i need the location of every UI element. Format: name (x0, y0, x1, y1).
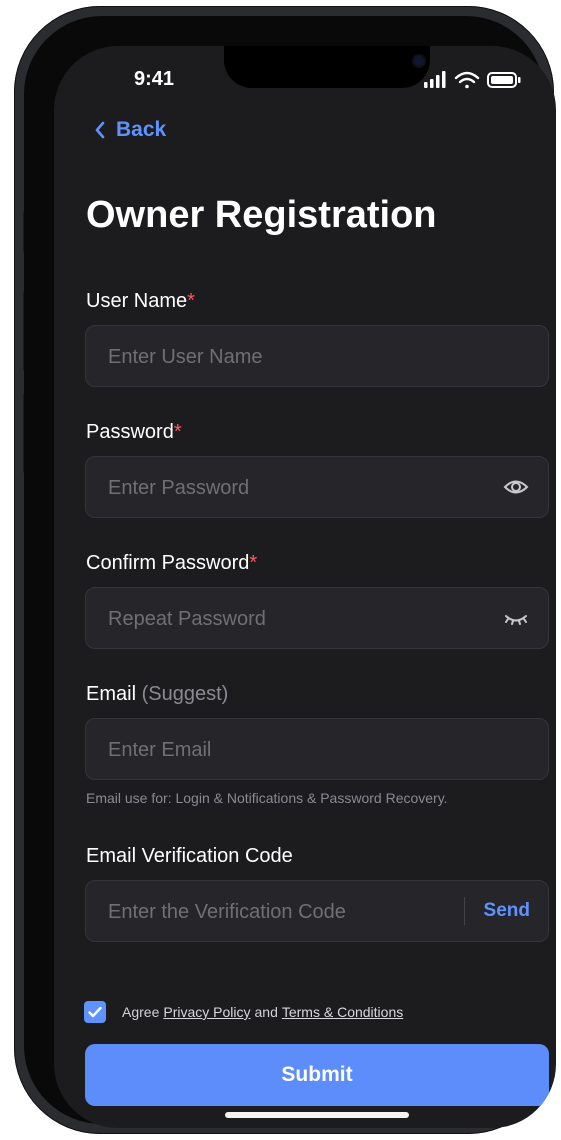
agreement-row: Agree Privacy Policy and Terms & Conditi… (84, 1001, 407, 1023)
username-label-text: User Name (86, 290, 188, 312)
terms-conditions-link[interactable]: Terms & Conditions (282, 1004, 403, 1020)
email-helper-text: Email use for: Login & Notifications & P… (86, 790, 448, 806)
required-marker: * (187, 290, 195, 312)
submit-button[interactable]: Submit (85, 1044, 549, 1106)
app-screen: 9:41 Back Owner Registration User Name* … (54, 46, 556, 1128)
agree-checkbox[interactable] (84, 1001, 106, 1023)
home-indicator (225, 1112, 409, 1118)
password-input[interactable] (106, 457, 470, 519)
notch (224, 46, 430, 88)
verification-input[interactable] (106, 881, 470, 943)
phone-frame: 9:41 Back Owner Registration User Name* … (14, 6, 556, 1134)
phone-bezel: 9:41 Back Owner Registration User Name* … (24, 16, 556, 1128)
verification-label: Email Verification Code (86, 845, 293, 867)
confirm-password-label: Confirm Password* (86, 552, 257, 575)
password-label-text: Password (86, 421, 174, 443)
back-label: Back (116, 118, 167, 141)
email-field[interactable] (85, 718, 549, 781)
username-label: User Name* (86, 290, 195, 313)
password-label: Password* (86, 421, 182, 444)
status-bar-icons (424, 71, 521, 89)
status-icons (424, 68, 534, 92)
status-time: 9:41 (134, 68, 175, 90)
required-marker: * (249, 552, 258, 574)
confirm-password-input[interactable] (106, 588, 470, 650)
confirm-password-field[interactable] (85, 587, 549, 650)
password-field[interactable] (85, 456, 549, 519)
chevron-left-icon (95, 121, 105, 139)
verification-field[interactable]: Send (85, 880, 549, 943)
back-button[interactable]: Back (94, 118, 166, 142)
username-field[interactable] (85, 325, 549, 388)
confirm-password-label-text: Confirm Password (86, 552, 250, 574)
required-marker: * (173, 421, 182, 443)
checkmark-icon (88, 1006, 102, 1018)
wifi-icon (454, 71, 480, 89)
email-input[interactable] (106, 719, 470, 781)
send-code-button[interactable]: Send (484, 900, 530, 922)
field-divider (464, 897, 465, 925)
eye-closed-icon[interactable] (502, 606, 530, 630)
agree-prefix: Agree (122, 1004, 160, 1020)
signal-icon (424, 71, 446, 88)
camera-icon (414, 56, 424, 66)
battery-icon (487, 72, 521, 88)
eye-icon[interactable] (502, 475, 530, 499)
username-input[interactable] (106, 326, 470, 388)
page-title: Owner Registration (86, 194, 437, 236)
email-label: Email (Suggest) (86, 683, 228, 706)
privacy-policy-link[interactable]: Privacy Policy (163, 1004, 250, 1020)
agree-conjunction: and (254, 1004, 278, 1020)
email-label-hint: (Suggest) (141, 683, 229, 705)
email-label-text: Email (86, 683, 137, 705)
